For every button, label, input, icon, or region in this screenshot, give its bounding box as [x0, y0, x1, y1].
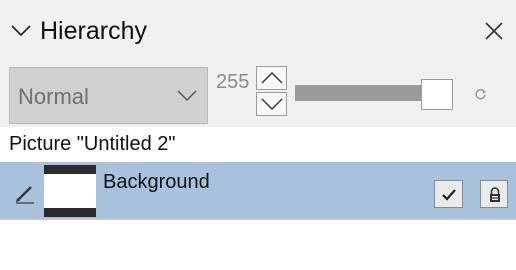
chevron-down-icon[interactable] — [10, 20, 32, 42]
chevron-down-icon — [261, 98, 283, 110]
lock-icon — [490, 187, 500, 202]
hierarchy-panel: Hierarchy Normal 255 Picture "Untitled 2… — [0, 0, 516, 270]
chevron-down-icon — [177, 90, 197, 102]
layer-row[interactable]: Background — [0, 162, 516, 218]
reset-icon[interactable] — [473, 86, 489, 102]
layer-thumbnail — [44, 165, 96, 217]
layer-list-empty-area — [0, 220, 516, 270]
opacity-decrease-button[interactable] — [256, 92, 287, 116]
opacity-slider-track[interactable] — [295, 85, 425, 101]
picture-label: Picture "Untitled 2" — [9, 133, 176, 155]
opacity-slider-fill — [295, 85, 425, 101]
panel-header: Hierarchy — [0, 0, 516, 62]
picture-header-row[interactable]: Picture "Untitled 2" — [0, 127, 516, 161]
opacity-slider-thumb[interactable] — [421, 79, 453, 110]
opacity-value: 255 — [216, 71, 250, 93]
blend-mode-select[interactable]: Normal — [9, 67, 208, 124]
blend-mode-value: Normal — [18, 84, 89, 109]
layer-controls: Normal 255 — [0, 62, 516, 127]
layer-name: Background — [103, 171, 210, 193]
close-icon[interactable] — [483, 20, 505, 42]
panel-title: Hierarchy — [40, 17, 147, 45]
checkmark-icon — [442, 189, 456, 201]
chevron-up-icon — [261, 72, 283, 84]
layer-visibility-toggle[interactable] — [434, 180, 463, 208]
opacity-increase-button[interactable] — [256, 66, 287, 90]
layer-lock-toggle[interactable] — [480, 180, 508, 208]
pencil-icon — [16, 186, 34, 204]
